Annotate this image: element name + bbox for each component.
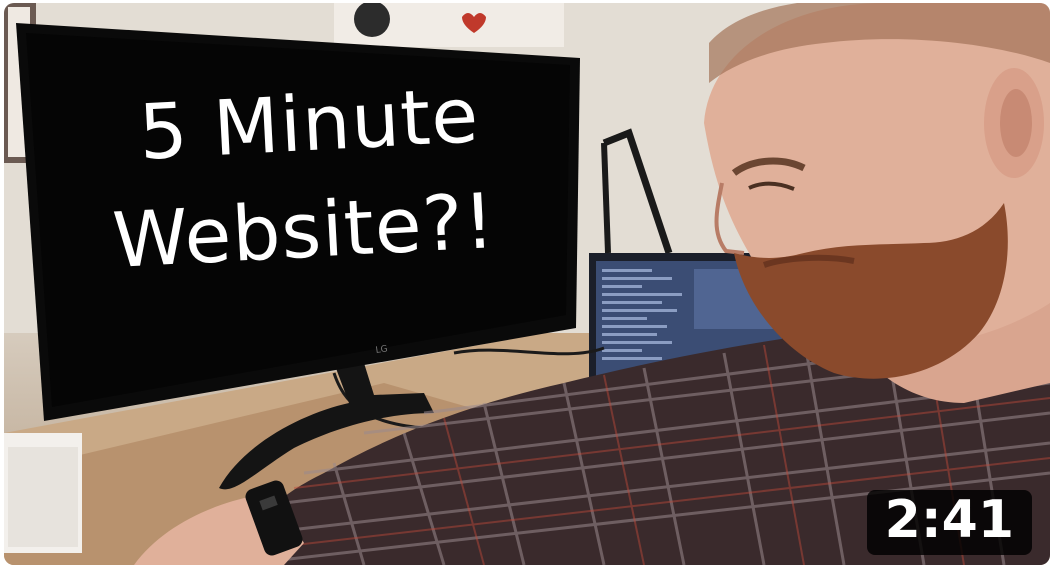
video-duration-badge: 2:41 — [866, 489, 1032, 555]
thumbnail-scene: LG — [4, 3, 1050, 565]
video-thumbnail[interactable]: LG 5 Minute Website?! 2:41 — [4, 3, 1050, 565]
svg-text:LG: LG — [375, 344, 388, 356]
